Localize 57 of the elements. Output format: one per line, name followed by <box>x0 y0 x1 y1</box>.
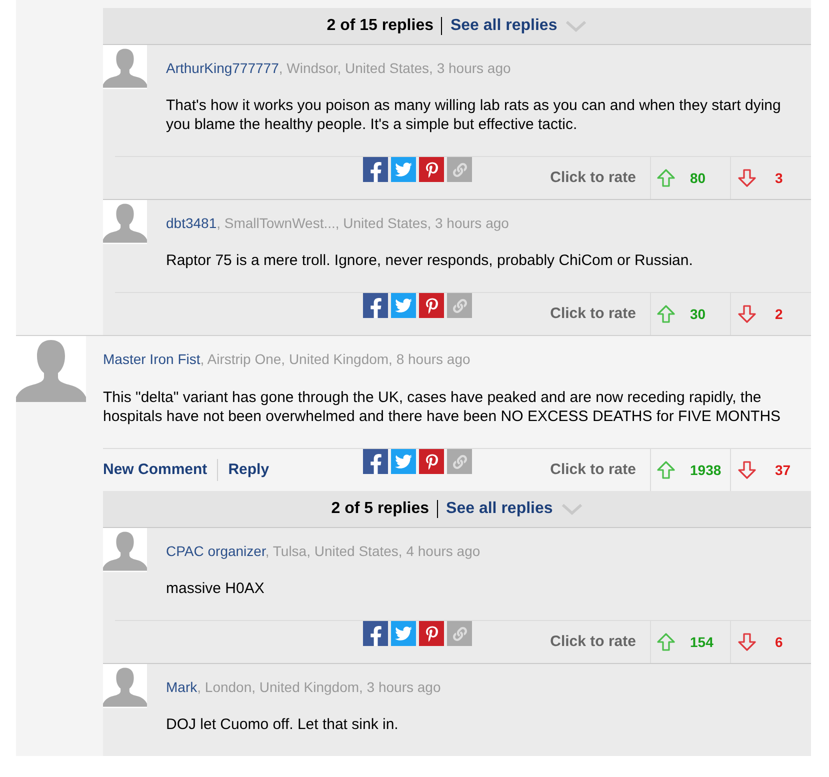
pinterest-icon[interactable] <box>419 293 444 318</box>
rate-label: Click to rate <box>550 304 636 324</box>
up-arrow-icon[interactable] <box>656 460 676 480</box>
reply-text: massive H0AX <box>166 579 266 598</box>
author-link[interactable]: Master Iron Fist <box>103 351 200 367</box>
author-link[interactable]: CPAC organizer <box>166 543 266 559</box>
upvote-count: 154 <box>690 632 714 652</box>
twitter-icon[interactable] <box>391 449 416 474</box>
downvote-count: 37 <box>775 460 791 480</box>
twitter-icon[interactable] <box>391 293 416 318</box>
comment-meta: , SmallTownWest..., United States, 3 hours ago <box>216 215 509 231</box>
facebook-icon[interactable] <box>363 157 388 182</box>
facebook-icon[interactable] <box>363 621 388 646</box>
down-arrow-icon[interactable] <box>737 632 757 652</box>
up-arrow-icon[interactable] <box>656 632 676 652</box>
facebook-icon[interactable] <box>363 293 388 318</box>
twitter-icon[interactable] <box>391 157 416 182</box>
twitter-icon[interactable] <box>391 621 416 646</box>
avatar-icon <box>103 200 147 244</box>
down-arrow-icon[interactable] <box>737 304 757 324</box>
up-arrow-icon[interactable] <box>656 168 676 188</box>
rate-label: Click to rate <box>550 632 636 652</box>
rate-label: Click to rate <box>550 460 636 480</box>
replies-count: 2 of 15 replies <box>326 17 442 35</box>
upvote-count: 1938 <box>690 460 722 480</box>
pinterest-icon[interactable] <box>419 621 444 646</box>
avatar-icon <box>103 664 147 708</box>
avatar-icon <box>103 45 147 89</box>
downvote-count: 2 <box>775 304 783 324</box>
replies-count: 2 of 5 replies <box>331 500 438 518</box>
author-link[interactable]: Mark <box>166 679 198 695</box>
comment-text: This "delta" variant has gone through the UK, cases have peaked and are now receding rapidly, the hospitals have not been overwhelmed and there have been NO EXCESS DEATHS for FIVE MONTHS <box>103 388 782 426</box>
upvote-count: 30 <box>690 304 706 324</box>
comment-meta: , London, United Kingdom, 3 hours ago <box>197 679 441 695</box>
up-arrow-icon[interactable] <box>656 304 676 324</box>
avatar-icon <box>103 528 147 572</box>
reply-text: Raptor 75 is a mere troll. Ignore, never responds, probably ChiCom or Russian. <box>166 251 694 270</box>
downvote-count: 6 <box>775 632 783 652</box>
reply-link[interactable]: Reply <box>217 458 270 482</box>
pinterest-icon[interactable] <box>419 449 444 474</box>
new-comment-link[interactable]: New Comment <box>103 458 208 482</box>
reply-text: DOJ let Cuomo off. Let that sink in. <box>166 715 400 734</box>
comment-meta: , Airstrip One, United Kingdom, 8 hours ago <box>200 351 470 367</box>
down-arrow-icon[interactable] <box>737 168 757 188</box>
downvote-count: 3 <box>775 168 783 188</box>
see-all-replies-link[interactable]: See all replies <box>446 497 553 521</box>
pinterest-icon[interactable] <box>419 157 444 182</box>
facebook-icon[interactable] <box>363 449 388 474</box>
reply-text: That's how it works you poison as many willing lab rats as you can and when they start dying you blame the healthy people. It's a simple but effective tactic. <box>166 96 782 134</box>
rate-label: Click to rate <box>550 168 636 188</box>
author-link[interactable]: dbt3481 <box>166 215 217 231</box>
down-arrow-icon[interactable] <box>737 460 757 480</box>
upvote-count: 80 <box>690 168 706 188</box>
comment-meta: , Windsor, United States, 3 hours ago <box>278 60 511 76</box>
author-link[interactable]: ArthurKing777777 <box>166 60 279 76</box>
comment-meta: , Tulsa, United States, 4 hours ago <box>265 543 480 559</box>
see-all-replies-link[interactable]: See all replies <box>450 14 558 38</box>
